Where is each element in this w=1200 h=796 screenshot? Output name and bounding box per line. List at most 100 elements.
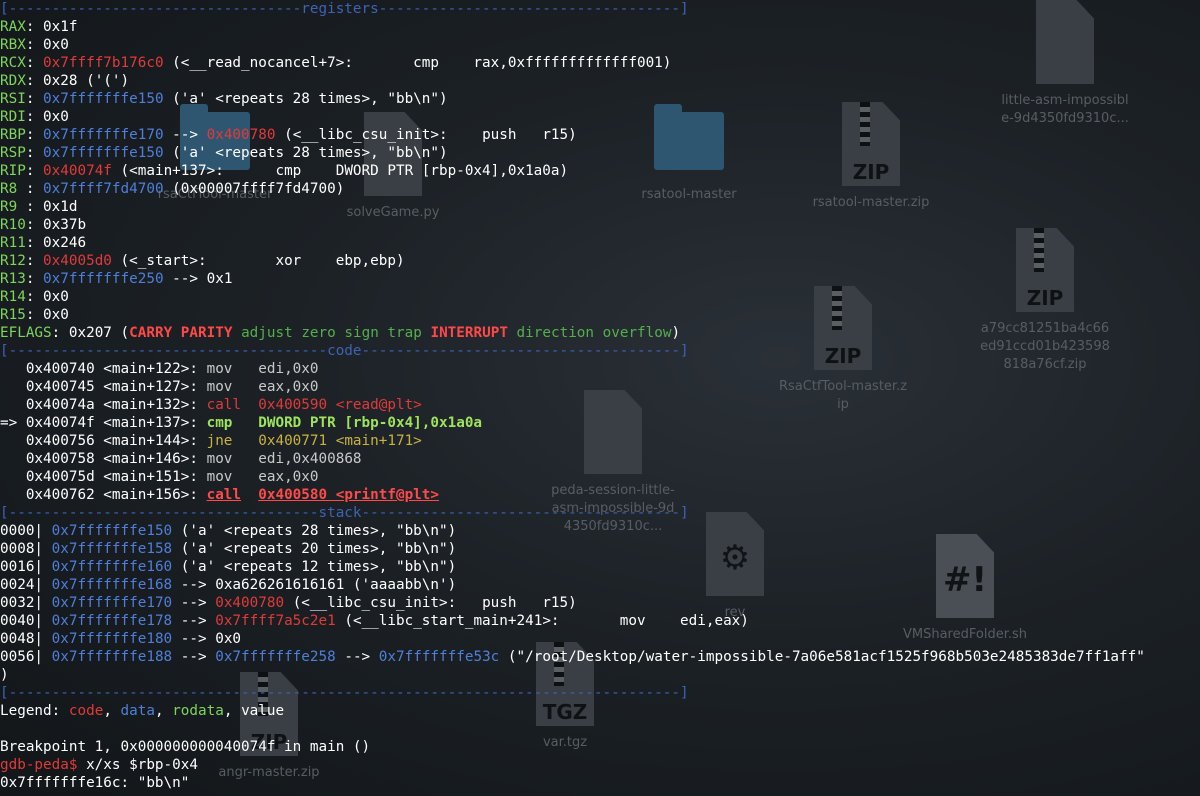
register-value: 0x7fffffffe150 [43,145,164,161]
register-name: RSI [0,91,26,107]
register-line: RBP: 0x7fffffffe170 --> 0x400780 (<__lib… [0,127,577,143]
eflags-name: EFLAGS [0,325,52,341]
stack-detail: --> 0xa626261616161 ('aaaabb\n') [172,577,457,593]
eflag-carry: CARRY [129,325,173,341]
code-arrow [0,487,26,503]
stack-detail: --> [335,649,379,665]
code-address: 0x400740 <main+122>: [25,361,198,377]
stack-address: 0x7fffffffe160 [51,559,173,575]
stack-detail: ("/root/Desktop/water-impossible-7a06e58… [499,649,1145,665]
stack-detail: 0x7fffffffe53c [378,649,500,665]
legend-value: value [241,703,285,719]
gdb-prompt: gdb-peda$ [0,757,78,773]
register-value: 0x7ffff7fd4700 [43,181,164,197]
code-section: 0x400740 <main+122>: mov edi,0x0 0x40074… [0,360,1200,504]
code-mnemonic: mov [206,451,259,467]
register-value: 0x7fffffffe150 [43,91,164,107]
eflag-adjust: adjust [241,325,293,341]
stack-line: 0048| 0x7fffffffe180 --> 0x0 [0,630,1200,648]
code-arrow: => [0,415,26,431]
stack-offset: 0000| [0,523,44,539]
register-value: 0x0 [43,109,69,125]
stack-detail: --> [172,649,216,665]
register-name: RSP [0,145,26,161]
code-operand: edi,0x0 [258,361,319,377]
code-arrow [0,433,26,449]
register-name: R10 [0,217,26,233]
stack-address: 0x7fffffffe180 [51,631,173,647]
code-address: 0x40074f <main+137>: [25,415,198,431]
register-value: 0x28 ('(') [43,73,130,89]
register-value: 0x4005d0 [43,253,112,269]
registers-section: RAX: 0x1f RBX: 0x0 RCX: 0x7ffff7b176c0 (<_… [0,18,1200,324]
register-name: R12 [0,253,26,269]
stack-address: 0x7fffffffe178 [51,613,173,629]
stack-detail: --> 0x0 [172,631,242,647]
register-name: R11 [0,235,26,251]
code-mnemonic: cmp [206,415,259,431]
eflag-overflow: overflow [602,325,672,341]
register-detail: --> 0x1 [163,271,233,287]
register-name: RCX [0,55,26,71]
terminal-window[interactable]: [----------------------------------regis… [0,0,1200,796]
register-value: 0x0 [43,307,69,323]
code-operand: eax,0x0 [258,379,319,395]
register-name: RBX [0,37,26,53]
stack-detail: ('a' <repeats 12 times>, "bb\n") [172,559,457,575]
register-detail: --> [163,127,207,143]
stack-offset: 0056| [0,649,44,665]
stack-detail: ('a' <repeats 28 times>, "bb\n") [172,523,457,539]
eflag-direction: direction [516,325,595,341]
stack-offset: 0048| [0,631,44,647]
eflags-line: EFLAGS: 0x207 (CARRY PARITY adjust zero … [0,325,681,341]
stack-detail: 0x7ffff7a5c2e1 [215,613,336,629]
code-operand: 0x400771 <main+171> [258,433,422,449]
register-value: 0x7fffffffe170 [43,127,164,143]
code-address: 0x400762 <main+156>: [25,487,198,503]
register-detail: (<__read_nocancel+7>: cmp rax,0xffffffff… [163,55,672,71]
register-name: RIP [0,163,26,179]
register-line: R11: 0x246 [0,235,87,251]
register-line: R8 : 0x7ffff7fd4700 (0x00007ffff7fd4700) [0,181,345,197]
register-value: 0x1f [43,19,78,35]
code-mnemonic: mov [206,379,259,395]
code-address: 0x40074a <main+132>: [25,397,198,413]
register-detail: ('a' <repeats 28 times>, "bb\n") [163,145,448,161]
register-value: 0x246 [43,235,87,251]
code-operand: DWORD PTR [rbp-0x4],0x1a0a [258,415,483,431]
code-mnemonic: mov [206,469,259,485]
code-mnemonic: call [206,397,259,413]
register-line: RSI: 0x7fffffffe150 ('a' <repeats 28 tim… [0,91,448,107]
stack-address: 0x7fffffffe158 [51,541,173,557]
command-input[interactable]: x/xs $rbp-0x4 [77,757,198,773]
stack-address: 0x7fffffffe150 [51,523,173,539]
eflag-trap: trap [387,325,422,341]
code-arrow [0,397,26,413]
code-mnemonic: jne [206,433,259,449]
register-name: R8 [0,181,26,197]
register-value: 0x1d [43,199,78,215]
stack-line: 0008| 0x7fffffffe158 ('a' <repeats 20 ti… [0,540,1200,558]
register-value: 0x40074f [43,163,112,179]
prompt-line[interactable]: gdb-peda$ x/xs $rbp-0x4 [0,756,1200,774]
code-arrow [0,361,26,377]
stack-detail: --> [172,595,216,611]
code-line: 0x40074a <main+132>: call 0x400590 <read… [0,396,1200,414]
eflag-sign: sign [344,325,379,341]
eflag-parity: PARITY [180,325,233,341]
register-value: 0x0 [43,37,69,53]
stack-line: 0000| 0x7fffffffe150 ('a' <repeats 28 ti… [0,522,1200,540]
register-detail: ('a' <repeats 28 times>, "bb\n") [163,91,448,107]
code-operand: eax,0x0 [258,469,319,485]
breakpoint-message: Breakpoint 1, 0x000000000040074f in main… [0,739,371,755]
code-line: 0x400740 <main+122>: mov edi,0x0 [0,360,1200,378]
register-line: R10: 0x37b [0,217,87,233]
stack-line: 0032| 0x7fffffffe170 --> 0x400780 (<__li… [0,594,1200,612]
register-line: R13: 0x7fffffffe250 --> 0x1 [0,271,233,287]
register-line: RDI: 0x0 [0,109,69,125]
register-line: R12: 0x4005d0 (<_start>: xor ebp,ebp) [0,253,405,269]
end-separator: [---------------------------------------… [0,685,689,701]
code-address: 0x400745 <main+127>: [25,379,198,395]
code-arrow [0,469,26,485]
